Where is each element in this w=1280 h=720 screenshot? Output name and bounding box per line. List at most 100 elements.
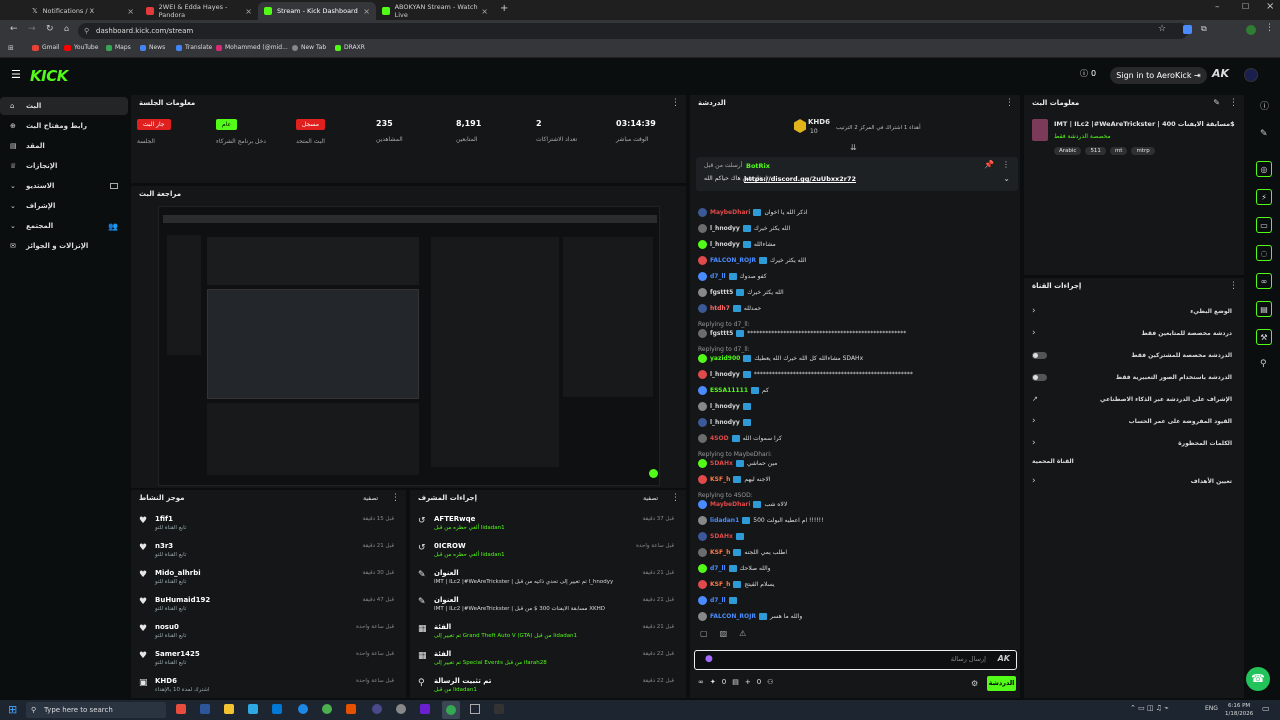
chat-username[interactable]: d7_ll [710,597,726,604]
bookmark-news[interactable]: News [140,44,165,51]
more-options-icon[interactable]: ⋮ [1229,98,1238,108]
tray-icons[interactable]: ⌃ ▭ ◫ ♫ ⌁ [1130,704,1168,712]
chat-username[interactable]: KSF_h [710,549,730,556]
store-icon[interactable] [248,704,258,714]
bookmark-new-tab[interactable]: New Tab [292,44,326,51]
chevron-down-icon[interactable]: ⌄ [1003,174,1010,183]
tag-chip[interactable]: mt [1109,147,1128,155]
hammer-icon[interactable]: ⚒ [1256,329,1272,345]
activity-username[interactable]: BuHumaid192 [155,596,210,604]
user-avatar[interactable] [698,239,707,249]
tool-button-1-icon[interactable]: ◎ [1256,161,1272,177]
bookmark-youtube[interactable]: YouTube [64,44,98,51]
link-icon[interactable]: ∞ [698,678,704,686]
activity-username[interactable]: KHD6 [155,677,177,685]
activity-username[interactable]: 1fif1 [155,515,173,523]
user-add-icon[interactable]: ⚇ [767,678,773,686]
bookmark-maps[interactable]: Maps [106,44,131,51]
setting-ai-moderation[interactable]: ↗ الإشراف على الدردشة عبر الذكاء الاصطناع… [1030,390,1238,408]
sidebar-item-achievements[interactable]: ♕ الإنجازات [0,157,128,175]
bookmark-instagram[interactable]: Mohammed (@mid... [216,44,288,51]
chat-username[interactable]: d7_ll [710,565,726,572]
info-icon[interactable]: ⓘ [1260,99,1269,112]
user-avatar[interactable] [698,547,707,557]
lock-icon[interactable]: ▢ [700,629,708,638]
user-avatar[interactable] [698,458,707,468]
close-tab-icon[interactable]: × [363,7,370,16]
coins-icon[interactable]: ▤ [732,678,739,686]
user-avatar[interactable] [698,385,707,395]
chat-username[interactable]: yazid900 [710,355,740,362]
taskbar-app-icon[interactable] [176,704,186,714]
toggle-switch[interactable] [1032,373,1047,381]
user-avatar[interactable] [698,207,707,217]
user-avatar[interactable] [698,287,707,297]
chat-send-button[interactable]: الدردشة [987,676,1016,691]
obs-icon[interactable] [372,704,382,714]
apps-grid-icon[interactable]: ⊞ [8,44,14,52]
user-avatar[interactable] [698,499,707,509]
edge-icon[interactable] [298,704,308,714]
top-gifter-name[interactable]: KHD6 [808,118,830,126]
chat-username[interactable]: 4SOD [710,435,729,442]
more-options-icon[interactable]: ⋮ [1005,98,1014,108]
extensions-puzzle-icon[interactable]: ⧉ [1201,24,1207,34]
bookmark-gmail[interactable]: Gmail [32,44,60,51]
user-avatar[interactable] [698,328,707,338]
edit-icon[interactable]: ✎ [1213,98,1220,107]
file-explorer-icon[interactable] [224,704,234,714]
chat-username[interactable]: d7_ll [710,273,726,280]
user-avatar[interactable] [698,611,707,621]
user-avatar[interactable] [698,369,707,379]
more-options-icon[interactable]: ⋮ [1002,160,1010,169]
chat-username[interactable]: ESSA11111 [710,387,748,394]
taskbar-search-input[interactable]: ⚲ Type here to search [26,702,166,718]
app-icon[interactable] [494,704,504,714]
chat-username[interactable]: htdh7 [710,305,730,312]
chat-username[interactable]: MaybeDhari [710,209,750,216]
chat-username[interactable]: SDAHx [710,460,733,467]
clock[interactable]: 6:16 PM 1/18/2026 [1225,702,1253,718]
share-icon[interactable]: ⚲ [1260,359,1267,369]
sidebar-item-community[interactable]: ⌄ المجتمع 👥 [0,217,128,235]
word-icon[interactable] [200,704,210,714]
more-options-icon[interactable]: ⋮ [671,98,680,108]
user-avatar[interactable] [698,401,707,411]
notification-count[interactable]: ⓘ 0 [1080,68,1096,79]
browser-tab-pandora[interactable]: 2WEI & Edda Hayes - Pandora × [140,2,258,20]
kick-logo[interactable]: KICK [30,67,68,85]
sidebar-item-content[interactable]: ▤ المقد [0,137,128,155]
stream-video-preview[interactable] [158,206,660,486]
chat-username[interactable]: l_hnodyy [710,403,740,410]
chat-username[interactable]: lidadan1 [710,517,739,524]
sidebar-item-stream-key[interactable]: ⊕ رابط ومفتاح البث [0,117,128,135]
bookmark-draxr[interactable]: DRAXR [335,44,365,51]
app-icon[interactable] [470,704,480,714]
pin-icon[interactable]: 📌 [984,160,994,169]
maximize-icon[interactable]: ☐ [1242,2,1249,11]
layout-icon[interactable]: ▤ [1256,301,1272,317]
points-icon[interactable]: ✦ [710,678,716,686]
link-icon[interactable]: ∞ [1256,273,1272,289]
browser-tab-kick-dashboard[interactable]: Stream - Kick Dashboard × [258,2,376,20]
windows-start-icon[interactable]: ⊞ [8,703,17,716]
image-icon[interactable]: ▨ [720,629,728,638]
user-avatar[interactable] [698,353,707,363]
new-tab-icon[interactable]: + [500,3,508,14]
back-icon[interactable]: ← [10,24,18,34]
chat-username[interactable]: KSF_h [710,476,730,483]
toggle-switch[interactable] [1032,351,1047,359]
chat-username[interactable]: MaybeDhari [710,501,750,508]
reload-icon[interactable]: ↻ [46,24,54,34]
emoji-icon[interactable]: ● [705,654,713,664]
close-window-icon[interactable]: × [1266,1,1274,12]
sidebar-item-drops[interactable]: ✉ الإنزالات و الجوائز [0,237,128,255]
activity-username[interactable]: Samer1425 [155,650,200,658]
forward-icon[interactable]: → [28,24,36,34]
user-avatar[interactable] [698,579,707,589]
user-avatar[interactable] [698,255,707,265]
chrome-menu-icon[interactable]: ⋮ [1265,23,1274,33]
setting-followers-only[interactable]: › دردشة مخصصة للمتابعين فقط [1030,324,1238,342]
profile-avatar[interactable] [1246,25,1256,35]
bookmark-translate[interactable]: Translate [176,44,212,51]
